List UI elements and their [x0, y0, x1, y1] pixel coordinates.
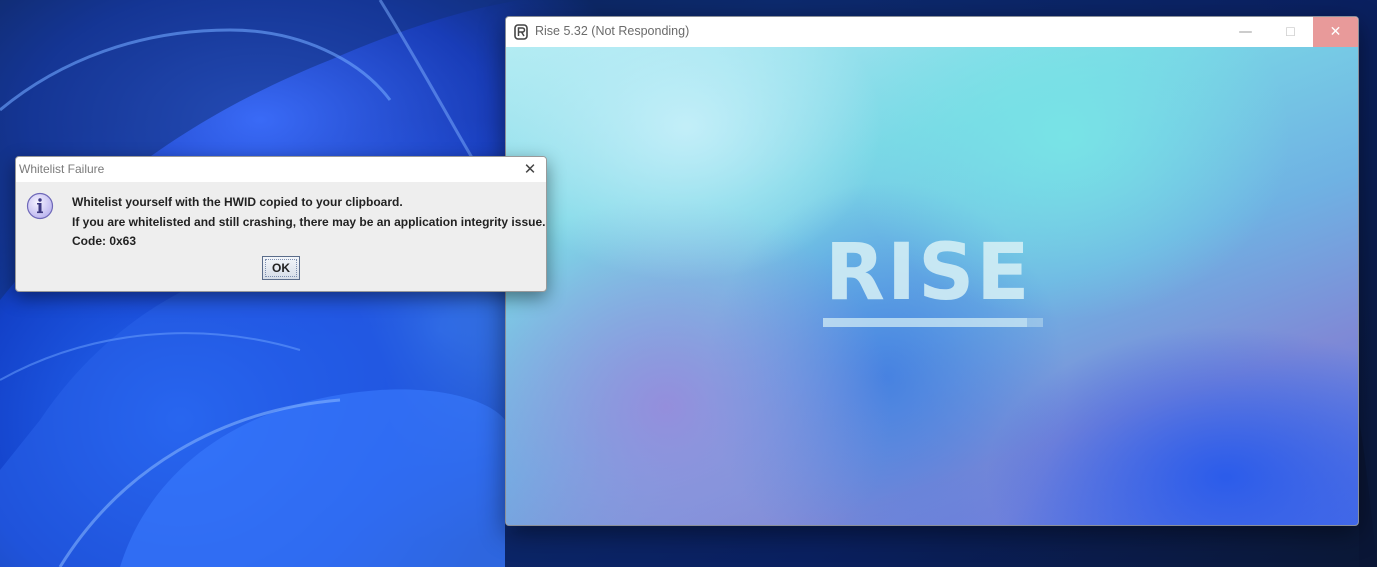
maximize-button[interactable]: ☐: [1268, 17, 1313, 47]
whitelist-failure-dialog[interactable]: Whitelist Failure ✕ Whitelist yourself w…: [15, 156, 547, 292]
rise-logo-text: RISE: [825, 228, 1032, 318]
dialog-title: Whitelist Failure: [19, 162, 105, 176]
rise-brand-logo: RISE: [823, 228, 1043, 327]
maximize-icon: ☐: [1285, 25, 1296, 39]
rise-r-icon: [514, 24, 528, 40]
info-icon: [26, 192, 54, 220]
ok-button[interactable]: OK: [262, 256, 300, 280]
message-line: If you are whitelisted and still crashin…: [72, 214, 546, 229]
rise-splash-content: RISE: [506, 47, 1358, 525]
error-code: Code: 0x63: [72, 234, 137, 248]
rise-window-titlebar[interactable]: Rise 5.32 (Not Responding) — ☐ ✕: [506, 17, 1358, 47]
close-icon: ✕: [523, 160, 537, 178]
dialog-message: Whitelist yourself with the HWID copied …: [72, 193, 545, 252]
message-line: Whitelist yourself with the HWID copied …: [72, 195, 403, 209]
dialog-close-button[interactable]: ✕: [520, 159, 540, 179]
minimize-icon: —: [1238, 24, 1253, 40]
minimize-button[interactable]: —: [1223, 17, 1268, 47]
close-icon: ✕: [1329, 24, 1342, 40]
rise-app-window[interactable]: Rise 5.32 (Not Responding) — ☐ ✕ RISE: [505, 16, 1359, 526]
dialog-titlebar[interactable]: Whitelist Failure ✕: [16, 157, 546, 182]
rise-window-title: Rise 5.32 (Not Responding): [535, 24, 690, 38]
close-button[interactable]: ✕: [1313, 17, 1358, 47]
